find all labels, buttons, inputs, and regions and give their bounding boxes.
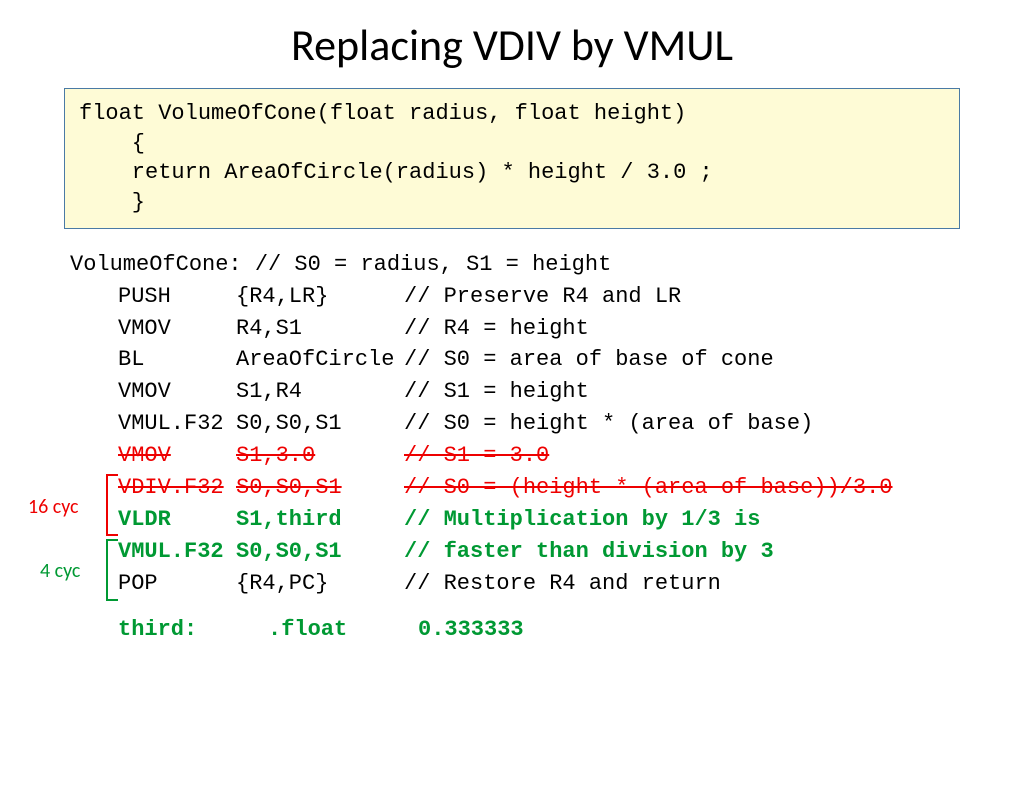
code-line: return AreaOfCircle(radius) * height / 3… — [79, 158, 945, 188]
asm-row: BLAreaOfCircle// S0 = area of base of co… — [70, 344, 1024, 376]
asm-row-added: VLDRS1,third// Multiplication by 1/3 is — [70, 504, 1024, 536]
code-line: } — [79, 188, 945, 218]
bracket-icon — [106, 539, 118, 601]
asm-row: VMOVS1,R4// S1 = height — [70, 376, 1024, 408]
asm-row-added: VMUL.F32S0,S0,S1// faster than division … — [70, 536, 1024, 568]
bracket-icon — [106, 474, 118, 536]
code-line: { — [79, 129, 945, 159]
asm-row: PUSH{R4,LR}// Preserve R4 and LR — [70, 281, 1024, 313]
asm-row: VMOVR4,S1// R4 = height — [70, 313, 1024, 345]
asm-constant: third:.float0.333333 — [70, 614, 1024, 646]
asm-row-removed: VMOVS1,3.0// S1 = 3.0 — [70, 440, 1024, 472]
code-line: float VolumeOfCone(float radius, float h… — [79, 99, 945, 129]
asm-row: POP{R4,PC}// Restore R4 and return — [70, 568, 1024, 600]
asm-row: VMUL.F32S0,S0,S1// S0 = height * (area o… — [70, 408, 1024, 440]
slide-title: Replacing VDIV by VMUL — [0, 18, 1024, 72]
asm-listing: 16 cyc 4 cyc VolumeOfCone: // S0 = radiu… — [70, 249, 1024, 646]
cycle-label-16: 16 cyc — [28, 493, 79, 522]
c-code-box: float VolumeOfCone(float radius, float h… — [64, 88, 960, 229]
cycle-label-4: 4 cyc — [40, 557, 80, 586]
asm-row-removed: VDIV.F32S0,S0,S1// S0 = (height * (area … — [70, 472, 1024, 504]
asm-header: VolumeOfCone: // S0 = radius, S1 = heigh… — [70, 249, 1024, 281]
